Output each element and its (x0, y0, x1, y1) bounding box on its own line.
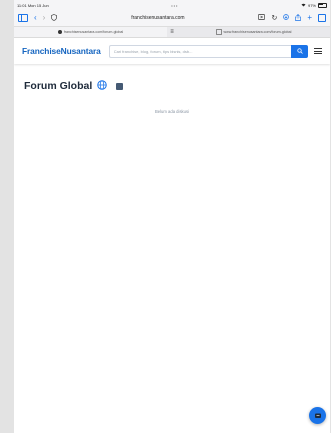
site-logo[interactable]: FranchiseNusantara (22, 46, 101, 56)
multitask-dots[interactable]: ••• (171, 3, 178, 8)
tab-active-label: franchisenusantara.com/forum-global (63, 30, 124, 34)
empty-state-message: Belum ada diskusi (155, 109, 189, 114)
back-icon[interactable]: ‹ (34, 14, 37, 22)
status-right: 97% (301, 2, 327, 8)
share-icon[interactable] (295, 13, 302, 23)
hamburger-menu-icon[interactable] (314, 48, 322, 54)
reader-icon[interactable] (258, 14, 266, 22)
ipad-screen: 11:01 Mon 15 Jun ••• 97% ‹ › franchisenu… (14, 0, 330, 433)
tab-bar: franchisenusantara.com/forum-global ≡ ww… (14, 26, 330, 38)
reload-icon[interactable]: ↻ (271, 15, 277, 22)
site-header: FranchiseNusantara (14, 38, 330, 64)
search-bar (108, 44, 308, 58)
tab-second[interactable]: www.franchisenusantara.com/forum-global (177, 27, 330, 37)
chat-icon (314, 413, 321, 418)
status-bar: 11:01 Mon 15 Jun ••• 97% (14, 0, 330, 10)
github-favicon-icon (57, 30, 62, 34)
download-icon[interactable] (283, 14, 290, 22)
globe-icon (97, 77, 107, 95)
page-favicon-icon (215, 29, 222, 35)
main-content: Forum Global Belum ada diskusi (14, 77, 330, 114)
forward-icon[interactable]: › (43, 14, 46, 22)
search-input[interactable] (108, 44, 291, 58)
new-discussion-button[interactable] (309, 407, 326, 424)
battery-icon (317, 2, 327, 8)
battery-percent: 97% (307, 2, 316, 8)
page-title: Forum Global (24, 80, 93, 92)
search-icon (296, 48, 303, 54)
tab-separator: ≡ (170, 29, 174, 35)
toolbar-right: ↻ + (258, 14, 326, 23)
address-bar[interactable]: franchisenusantara.com (57, 15, 258, 21)
tab-active[interactable]: franchisenusantara.com/forum-global (14, 27, 167, 37)
search-button[interactable] (291, 44, 308, 58)
info-badge-icon[interactable] (116, 82, 124, 90)
new-tab-icon[interactable]: + (307, 14, 312, 22)
browser-toolbar: ‹ › franchisenusantara.com ↻ + (14, 10, 330, 26)
status-time: 11:01 Mon 15 Jun (17, 2, 49, 8)
sidebar-toggle-icon[interactable] (18, 14, 28, 22)
wifi-icon (301, 3, 306, 8)
tab-second-label: www.franchisenusantara.com/forum-global (223, 30, 292, 34)
forum-header: Forum Global (14, 77, 330, 95)
tab-overview-icon[interactable] (318, 14, 326, 22)
toolbar-left: ‹ › (18, 14, 58, 23)
